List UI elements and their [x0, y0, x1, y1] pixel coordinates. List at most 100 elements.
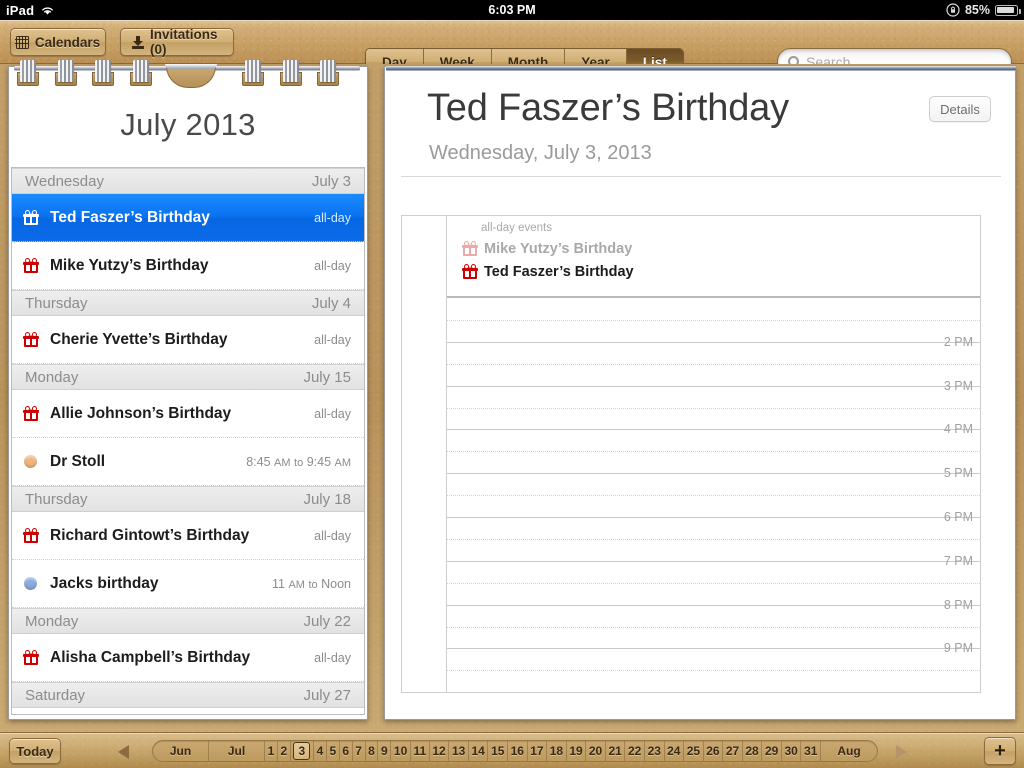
date-strip-day[interactable]: 21 [606, 741, 626, 761]
date-strip-day[interactable]: 3 [291, 741, 314, 761]
calendar-grid-icon [15, 35, 30, 49]
event-badge [23, 648, 44, 665]
details-button[interactable]: Details [929, 96, 991, 122]
date-strip-day[interactable]: 12 [430, 741, 450, 761]
event-list-item[interactable]: Allie Johnson’s Birthday all-day [12, 390, 364, 438]
arrow-left-icon[interactable] [118, 745, 129, 759]
event-list-item[interactable]: Cherie Yvette’s Birthday all-day [12, 316, 364, 364]
rotation-lock-icon [946, 3, 960, 17]
date-strip-day[interactable]: 14 [469, 741, 489, 761]
date-strip-day[interactable]: 8 [366, 741, 379, 761]
date-strip-day[interactable]: 17 [528, 741, 548, 761]
date-strip-day[interactable]: 27 [723, 741, 743, 761]
date-strip-month[interactable]: Jun [153, 741, 209, 761]
event-list-item[interactable]: Mike Yutzy’s Birthday all-day [12, 242, 364, 290]
event-time: 11 AM to Noon [272, 576, 351, 591]
hour-label: 4 PM [943, 422, 973, 437]
event-title: Jacks birthday [50, 574, 159, 592]
event-time: all-day [314, 258, 351, 273]
date-strip-day[interactable]: 24 [665, 741, 685, 761]
date-strip-day[interactable]: 6 [340, 741, 353, 761]
date-strip-day[interactable]: 19 [567, 741, 587, 761]
day-header-weekday: Monday [25, 368, 79, 386]
add-event-button[interactable]: + [984, 737, 1016, 765]
date-strip-day[interactable]: 23 [645, 741, 665, 761]
all-day-event-title: Ted Faszer’s Birthday [484, 264, 634, 280]
day-header: Monday July 15 [12, 364, 364, 390]
date-strip-day[interactable]: 9 [378, 741, 392, 761]
date-strip-day[interactable]: 11 [411, 741, 430, 761]
event-list-item[interactable]: Ted Faszer’s Birthday all-day [12, 194, 364, 242]
hour-line [447, 385, 980, 387]
calendar-app-window: iPad 6:03 PM 85% Calendars Invitations (… [0, 0, 1024, 768]
hour-line [447, 517, 980, 518]
half-hour-line [447, 582, 980, 584]
all-day-label: all-day events [481, 222, 552, 234]
date-strip-month[interactable]: Aug [821, 741, 877, 761]
date-strip-day[interactable]: 22 [625, 741, 645, 761]
all-day-event[interactable]: Ted Faszer’s Birthday [462, 263, 634, 280]
today-button[interactable]: Today [9, 738, 61, 764]
day-header-weekday: Saturday [25, 686, 86, 704]
all-day-event[interactable]: Mike Yutzy’s Birthday [462, 240, 632, 257]
hour-line [447, 604, 980, 606]
day-header-date: July 22 [303, 612, 351, 630]
date-strip-day[interactable]: 20 [586, 741, 606, 761]
gift-icon [23, 404, 39, 421]
date-strip-day[interactable]: 29 [762, 741, 782, 761]
date-strip-day[interactable]: 16 [508, 741, 528, 761]
date-strip-day[interactable]: 7 [353, 741, 366, 761]
event-badge [23, 330, 44, 347]
event-time: all-day [314, 650, 351, 665]
day-header-date: July 18 [303, 490, 351, 508]
event-list-item[interactable]: Alisha Campbell’s Birthday all-day [12, 634, 364, 682]
hour-label: 6 PM [943, 510, 973, 524]
event-detail-date: Wednesday, July 3, 2013 [429, 142, 652, 164]
event-title: Cherie Yvette’s Birthday [50, 330, 228, 348]
status-bar: iPad 6:03 PM 85% [0, 0, 1024, 20]
hour-label: 8 PM [943, 597, 973, 612]
date-strip-day[interactable]: 31 [801, 741, 822, 761]
date-strip[interactable]: Jun Jul 1 2 3 4 5 6 7 8 9 10 11 12 13 14 15 16 17 18 19 20 21 2… [152, 740, 878, 762]
date-strip-day[interactable]: 25 [684, 741, 704, 761]
bottom-toolbar: Today Jun Jul 1 2 3 4 5 6 7 8 9 10 11 12 13 14 15 16 17 18 1… [0, 732, 1024, 768]
event-time: all-day [314, 210, 351, 225]
all-day-section: all-day events Mike Yutzy’s Birthday Ted … [447, 216, 980, 298]
event-badge [23, 256, 44, 273]
event-list-item[interactable]: Jacks birthday 11 AM to Noon [12, 560, 364, 608]
event-badge [24, 455, 44, 468]
half-hour-line [447, 363, 980, 365]
date-strip-day[interactable]: 1 [265, 741, 278, 761]
date-strip-day[interactable]: 18 [547, 741, 567, 761]
date-strip-day[interactable]: 26 [704, 741, 724, 761]
calendars-button[interactable]: Calendars [10, 28, 106, 56]
gift-icon [23, 330, 39, 347]
event-list-item[interactable]: Dr Stoll 8:45 AM to 9:45 AM [12, 438, 364, 486]
date-strip-day[interactable]: 30 [782, 741, 802, 761]
calendar-color-dot [24, 455, 37, 468]
battery-icon [995, 4, 1021, 16]
day-header-weekday: Wednesday [25, 172, 104, 190]
hour-label: 9 PM [943, 641, 973, 656]
event-badge [24, 577, 44, 590]
event-badge [23, 208, 44, 225]
date-strip-day[interactable]: 10 [391, 741, 411, 761]
event-list-item[interactable]: Richard Gintowt’s Birthday all-day [12, 512, 364, 560]
top-toolbar: Calendars Invitations (0) Day Week Month Ye… [0, 20, 1024, 76]
date-strip-day[interactable]: 4 [314, 741, 327, 761]
date-strip-selected-day: 3 [293, 742, 311, 760]
date-strip-day[interactable]: 28 [743, 741, 763, 761]
event-title: Mike Yutzy’s Birthday [50, 256, 209, 274]
event-list[interactable]: Wednesday July 3 Ted Faszer’s Birthday all-… [11, 167, 365, 715]
date-strip-day[interactable]: 5 [327, 741, 340, 761]
date-strip-day[interactable]: 13 [449, 741, 469, 761]
event-time: all-day [314, 528, 351, 543]
month-title: July 2013 [120, 107, 256, 142]
hour-label: 7 PM [943, 553, 973, 568]
invitations-button[interactable]: Invitations (0) [120, 27, 234, 57]
date-strip-day[interactable]: 2 [278, 741, 291, 761]
date-strip-day[interactable]: 15 [488, 741, 509, 761]
arrow-right-icon[interactable] [896, 745, 907, 759]
calendar-color-dot [24, 577, 37, 590]
date-strip-month[interactable]: Jul [209, 741, 265, 761]
